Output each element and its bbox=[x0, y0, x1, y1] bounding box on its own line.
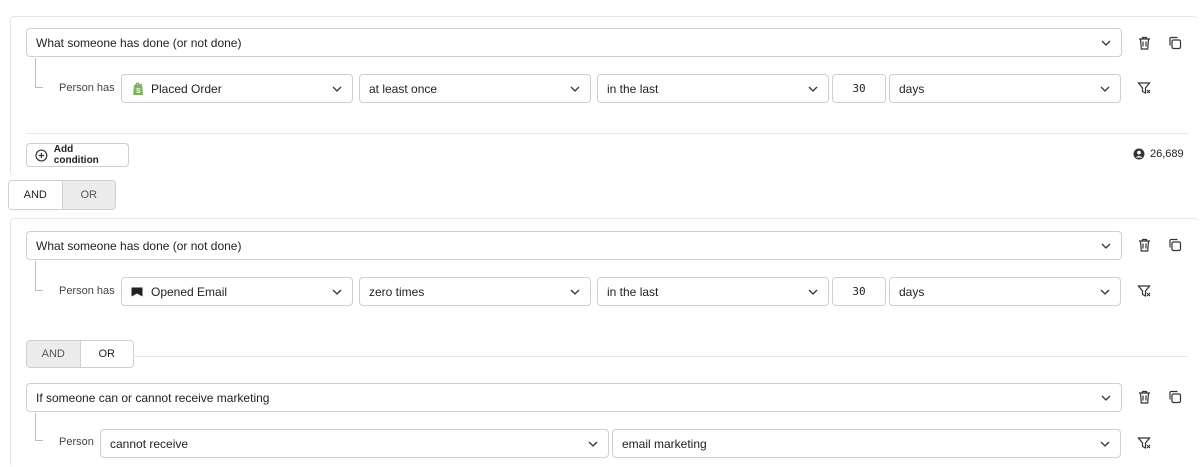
chevron-down-icon bbox=[1100, 441, 1110, 447]
metric-text: Opened Email bbox=[151, 284, 228, 299]
filter-icon[interactable] bbox=[1136, 435, 1152, 451]
person-icon bbox=[1133, 148, 1145, 160]
profile-count-value: 26,689 bbox=[1150, 148, 1184, 160]
and-option[interactable]: AND bbox=[9, 181, 63, 209]
number-value: 30 bbox=[852, 285, 866, 298]
person-has-label: Person has bbox=[59, 82, 115, 94]
or-option[interactable]: OR bbox=[62, 181, 115, 209]
timeframe-text: in the last bbox=[607, 81, 659, 96]
chevron-down-icon bbox=[1101, 40, 1111, 46]
number-input-1[interactable]: 30 bbox=[832, 74, 886, 103]
trash-icon[interactable] bbox=[1136, 35, 1152, 51]
group-operator-toggle-1: AND OR bbox=[8, 180, 116, 210]
condition-type-select-2[interactable]: What someone has done (or not done) bbox=[26, 231, 1122, 260]
or-option[interactable]: OR bbox=[80, 341, 133, 367]
chevron-down-icon bbox=[808, 289, 818, 295]
chevron-down-icon bbox=[570, 289, 580, 295]
tree-connector bbox=[35, 413, 43, 441]
chevron-down-icon bbox=[332, 289, 342, 295]
trash-icon[interactable] bbox=[1136, 389, 1152, 405]
divider bbox=[134, 356, 1188, 357]
frequency-select-2[interactable]: zero times bbox=[359, 277, 591, 306]
channel-select[interactable]: email marketing bbox=[612, 429, 1121, 458]
number-input-2[interactable]: 30 bbox=[832, 277, 886, 306]
tree-connector bbox=[35, 58, 43, 88]
frequency-text: at least once bbox=[369, 81, 438, 96]
chevron-down-icon bbox=[1100, 86, 1110, 92]
frequency-select-1[interactable]: at least once bbox=[359, 74, 591, 103]
frequency-text: zero times bbox=[369, 284, 425, 299]
person-has-label: Person has bbox=[59, 285, 115, 297]
condition-type-select-3[interactable]: If someone can or cannot receive marketi… bbox=[26, 383, 1122, 412]
unit-text: days bbox=[899, 284, 925, 299]
timeframe-select-1[interactable]: in the last bbox=[597, 74, 829, 103]
condition-type-text: What someone has done (or not done) bbox=[36, 238, 242, 253]
unit-text: days bbox=[899, 81, 925, 96]
unit-select-2[interactable]: days bbox=[889, 277, 1121, 306]
number-value: 30 bbox=[852, 82, 866, 95]
metric-select-2[interactable]: Opened Email bbox=[121, 277, 353, 306]
svg-text:S: S bbox=[136, 88, 141, 95]
chevron-down-icon bbox=[332, 86, 342, 92]
condition-operator-toggle-2: AND OR bbox=[26, 340, 134, 368]
timeframe-select-2[interactable]: in the last bbox=[597, 277, 829, 306]
unit-select-1[interactable]: days bbox=[889, 74, 1121, 103]
metric-select-1[interactable]: S Placed Order bbox=[121, 74, 353, 103]
trash-icon[interactable] bbox=[1136, 237, 1152, 253]
chevron-down-icon bbox=[1101, 243, 1111, 249]
consent-text: cannot receive bbox=[110, 436, 189, 451]
add-condition-button[interactable]: Add condition bbox=[26, 143, 129, 167]
email-flag-icon bbox=[131, 287, 143, 296]
tree-connector bbox=[35, 261, 43, 291]
condition-type-select-1[interactable]: What someone has done (or not done) bbox=[26, 28, 1122, 57]
chevron-down-icon bbox=[588, 441, 598, 447]
filter-icon[interactable] bbox=[1136, 283, 1152, 299]
condition-type-text: If someone can or cannot receive marketi… bbox=[36, 390, 270, 405]
chevron-down-icon bbox=[1100, 289, 1110, 295]
add-condition-label: Add condition bbox=[53, 144, 99, 166]
copy-icon[interactable] bbox=[1167, 237, 1183, 253]
chevron-down-icon bbox=[570, 86, 580, 92]
and-option[interactable]: AND bbox=[27, 341, 81, 367]
condition-type-text: What someone has done (or not done) bbox=[36, 35, 242, 50]
chevron-down-icon bbox=[1101, 395, 1111, 401]
shopify-icon: S bbox=[133, 82, 143, 95]
divider bbox=[26, 133, 1188, 134]
copy-icon[interactable] bbox=[1167, 389, 1183, 405]
metric-text: Placed Order bbox=[151, 81, 222, 96]
copy-icon[interactable] bbox=[1167, 35, 1183, 51]
filter-icon[interactable] bbox=[1136, 80, 1152, 96]
plus-circle-icon bbox=[35, 148, 48, 162]
channel-text: email marketing bbox=[622, 436, 707, 451]
timeframe-text: in the last bbox=[607, 284, 659, 299]
consent-select[interactable]: cannot receive bbox=[100, 429, 609, 458]
person-label: Person bbox=[59, 436, 94, 448]
profile-count: 26,689 bbox=[1133, 148, 1184, 160]
chevron-down-icon bbox=[808, 86, 818, 92]
